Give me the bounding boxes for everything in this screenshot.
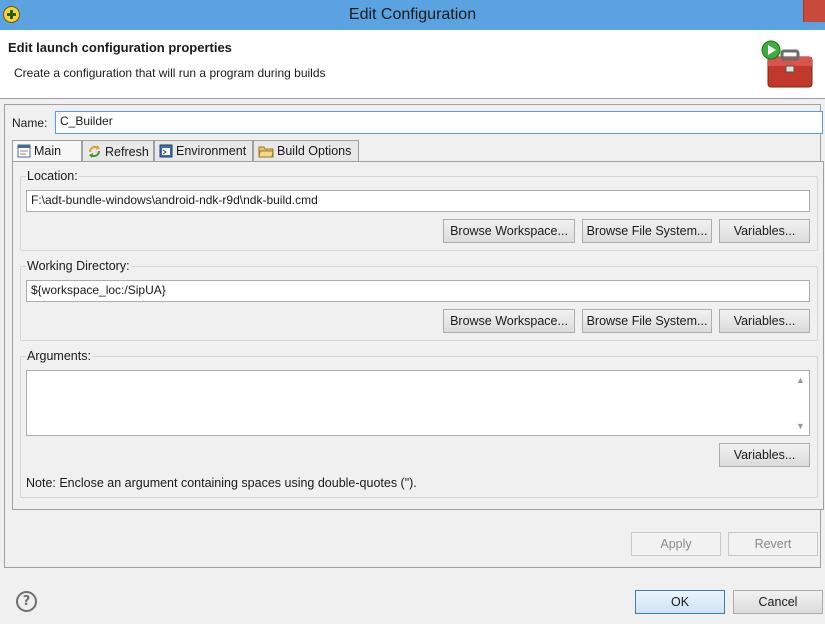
arguments-note: Note: Enclose an argument containing spa… — [26, 476, 417, 490]
location-input[interactable]: F:\adt-bundle-windows\android-ndk-r9d\nd… — [26, 190, 810, 212]
location-variables-button[interactable]: Variables... — [719, 219, 810, 243]
arguments-scrollbar[interactable]: ▲ ▼ — [792, 371, 809, 435]
location-browse-workspace-button[interactable]: Browse Workspace... — [443, 219, 575, 243]
refresh-icon — [87, 144, 102, 162]
workdir-browse-filesystem-button[interactable]: Browse File System... — [582, 309, 712, 333]
cancel-button[interactable]: Cancel — [733, 590, 823, 614]
name-input[interactable]: C_Builder — [55, 111, 823, 134]
dialog-header: Edit launch configuration properties Cre… — [0, 30, 825, 99]
help-icon[interactable]: ? — [16, 591, 37, 612]
folder-icon — [258, 144, 274, 161]
header-title: Edit launch configuration properties — [8, 40, 232, 55]
tab-main[interactable]: Main — [12, 140, 82, 163]
tab-environment-label: Environment — [176, 144, 247, 158]
working-directory-input[interactable]: ${workspace_loc:/SipUA} — [26, 280, 810, 302]
revert-button[interactable]: Revert — [728, 532, 818, 556]
tab-refresh-label: Refresh — [105, 145, 149, 159]
location-browse-filesystem-button[interactable]: Browse File System... — [582, 219, 712, 243]
apply-button[interactable]: Apply — [631, 532, 721, 556]
toolbox-run-icon — [760, 39, 820, 94]
workdir-browse-workspace-button[interactable]: Browse Workspace... — [443, 309, 575, 333]
arguments-textarea[interactable]: ▲ ▼ — [26, 370, 810, 436]
tab-main-label: Main — [34, 144, 62, 158]
tab-environment[interactable]: Environment — [154, 140, 253, 162]
working-directory-label: Working Directory: — [26, 259, 131, 273]
ok-button[interactable]: OK — [635, 590, 725, 614]
arguments-variables-button[interactable]: Variables... — [719, 443, 810, 467]
tab-build-options[interactable]: Build Options — [253, 140, 359, 162]
workdir-variables-button[interactable]: Variables... — [719, 309, 810, 333]
tab-refresh[interactable]: Refresh — [82, 140, 154, 162]
window-title: Edit Configuration — [348, 6, 477, 23]
arguments-label: Arguments: — [26, 349, 92, 363]
scroll-up-arrow-icon[interactable]: ▲ — [796, 375, 805, 385]
scroll-down-arrow-icon[interactable]: ▼ — [796, 421, 805, 431]
tab-build-options-label: Build Options — [277, 144, 352, 158]
location-label: Location: — [26, 169, 79, 183]
title-bar: Edit Configuration — [0, 0, 825, 30]
environment-icon — [159, 144, 173, 161]
name-label: Name: — [12, 116, 48, 130]
header-description: Create a configuration that will run a p… — [14, 66, 326, 80]
close-button[interactable] — [803, 0, 825, 22]
main-tab-icon — [17, 144, 31, 161]
